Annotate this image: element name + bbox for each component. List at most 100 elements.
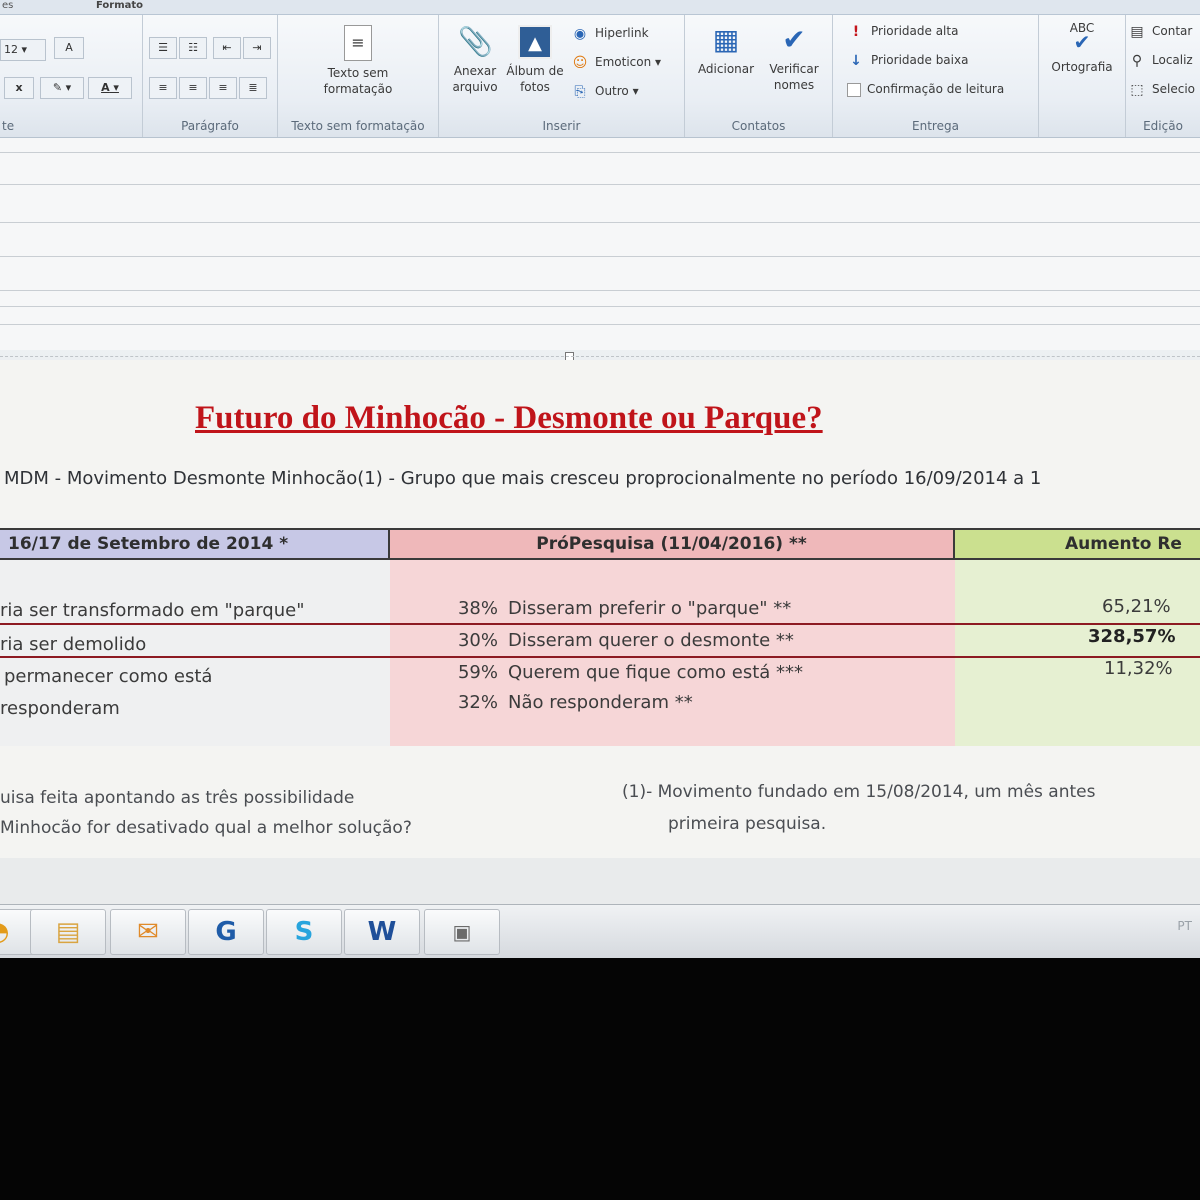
hyperlink-label: Hiperlink	[595, 26, 649, 40]
font-color-button[interactable]: A ▾	[88, 77, 132, 99]
low-priority-button[interactable]: ↓ Prioridade baixa	[847, 50, 968, 70]
header-increase: Aumento Re	[953, 528, 1200, 560]
row-separator	[0, 623, 1200, 625]
field-separator	[0, 222, 1200, 223]
numbered-list-icon: ☷	[188, 41, 198, 54]
photo-album-button[interactable]: ▲ Álbum de fotos	[505, 25, 565, 95]
row-separator	[0, 656, 1200, 658]
grow-font-button[interactable]: A	[54, 37, 84, 59]
count-button[interactable]: ▤ Contar	[1128, 21, 1192, 41]
decrease-indent-button[interactable]: ⇤	[213, 37, 241, 59]
emoticon-button[interactable]: ☺ Emoticon ▾	[571, 52, 661, 72]
bullet-list-icon: ☰	[158, 41, 168, 54]
other-label: Outro	[595, 84, 629, 98]
word-count-icon: ▤	[1130, 23, 1144, 40]
note-right-line1: (1)- Movimento fundado em 15/08/2014, um…	[622, 782, 1096, 802]
envelope-icon: ✉	[137, 917, 159, 947]
align-right-icon: ≡	[218, 81, 228, 94]
row1-2016-pct: 38%	[457, 598, 498, 619]
insert-object-icon: ⎘	[574, 83, 586, 100]
note-right-line2: primeira pesquisa.	[668, 814, 827, 834]
clear-format-button[interactable]: x	[4, 77, 34, 99]
row3-2014: permanecer como está	[4, 666, 213, 687]
clear-format-glyph: x	[15, 81, 23, 94]
attach-file-button[interactable]: 📎 Anexar arquivo	[445, 25, 505, 95]
align-left-icon: ≡	[158, 81, 168, 94]
justify-button[interactable]: ≣	[239, 77, 267, 99]
verify-names-button[interactable]: ✔ Verificar nomes	[761, 23, 827, 93]
highlight-button[interactable]: ✎ ▾	[40, 77, 84, 99]
message-body[interactable]: Futuro do Minhocão - Desmonte ou Parque?…	[0, 360, 1200, 858]
screen: es Formato 12 ▾ A x ✎ ▾ A ▾ te ☰ ☷ ⇤ ⇥ ≡…	[0, 0, 1200, 958]
high-priority-button[interactable]: ! Prioridade alta	[847, 21, 959, 41]
tab-formato[interactable]: Formato	[96, 0, 143, 11]
exclamation-icon: !	[852, 23, 860, 40]
row1-increase: 65,21%	[1102, 596, 1171, 617]
font-group-label: te	[2, 119, 15, 133]
tab-partial[interactable]: es	[2, 0, 13, 11]
numbering-button[interactable]: ☷	[179, 37, 207, 59]
spelling-label: Ortografia	[1051, 60, 1113, 74]
plaintext-button[interactable]: ≡ Texto sem formatação	[298, 25, 418, 97]
hyperlink-button[interactable]: ◉ Hiperlink	[571, 23, 649, 43]
message-header-fields	[0, 138, 1200, 350]
system-tray-language[interactable]: PT	[1177, 919, 1192, 933]
note-left-line2: Minhocão for desativado qual a melhor so…	[0, 818, 412, 838]
row4-2016-pct: 32%	[457, 692, 498, 713]
plaintext-group-label: Texto sem formatação	[291, 119, 425, 133]
row4-2014: responderam	[0, 698, 120, 719]
select-button[interactable]: ⬚ Selecio	[1128, 79, 1195, 99]
find-label: Localiz	[1152, 53, 1193, 67]
spelling-button[interactable]: ABC ✔ Ortografia	[1041, 21, 1123, 75]
taskbar-word[interactable]: W	[344, 909, 420, 955]
edit-group-label: Edição	[1143, 119, 1183, 133]
down-arrow-icon: ↓	[850, 52, 862, 69]
note-left-line1: uisa feita apontando as três possibilida…	[0, 788, 355, 808]
attach-file-label: Anexar arquivo	[452, 64, 498, 94]
folder-icon: ▤	[55, 917, 81, 947]
low-priority-label: Prioridade baixa	[871, 53, 969, 67]
contacts-group: ▦ Adicionar ✔ Verificar nomes Contatos	[685, 15, 833, 137]
high-priority-label: Prioridade alta	[871, 24, 959, 38]
header-2016: PróPesquisa (11/04/2016) **	[388, 528, 955, 560]
field-separator	[0, 184, 1200, 185]
align-right-button[interactable]: ≡	[209, 77, 237, 99]
other-button[interactable]: ⎘ Outro ▾	[571, 81, 638, 101]
row2-2016-text: Disseram querer o desmonte **	[508, 630, 794, 651]
justify-icon: ≣	[248, 81, 258, 94]
plaintext-button-label: Texto sem formatação	[323, 66, 393, 96]
taskbar-file-explorer[interactable]: ▤	[30, 909, 106, 955]
select-icon: ⬚	[1130, 81, 1144, 98]
ribbon-tabstrip: es Formato	[0, 0, 1200, 15]
taskbar-camera[interactable]: ▣	[424, 909, 500, 955]
browser-icon: G	[215, 917, 237, 947]
row3-2016-text: Querem que fique como está ***	[508, 662, 804, 683]
taskbar-outlook[interactable]: ✉	[110, 909, 186, 955]
align-center-button[interactable]: ≡	[179, 77, 207, 99]
field-separator	[0, 290, 1200, 291]
increase-indent-button[interactable]: ⇥	[243, 37, 271, 59]
plaintext-group: ≡ Texto sem formatação Texto sem formata…	[278, 15, 439, 137]
paperclip-icon: 📎	[458, 25, 493, 58]
select-label: Selecio	[1152, 82, 1195, 96]
emoticon-label: Emoticon	[595, 55, 652, 69]
read-receipt-checkbox[interactable]: Confirmação de leitura	[847, 79, 1004, 99]
add-contact-button[interactable]: ▦ Adicionar	[691, 23, 761, 77]
row3-2016-pct: 59%	[457, 662, 498, 683]
ribbon: 12 ▾ A x ✎ ▾ A ▾ te ☰ ☷ ⇤ ⇥ ≡ ≡ ≡ ≣ Pará…	[0, 15, 1200, 138]
taskbar-browser[interactable]: G	[188, 909, 264, 955]
align-left-button[interactable]: ≡	[149, 77, 177, 99]
binoculars-icon: ⚲	[1131, 52, 1143, 69]
body-divider	[0, 356, 1200, 357]
insert-group: 📎 Anexar arquivo ▲ Álbum de fotos ◉ Hiper…	[439, 15, 685, 137]
row2-2014: ria ser demolido	[0, 634, 147, 655]
font-size-select[interactable]: 12 ▾	[0, 39, 46, 61]
bullets-button[interactable]: ☰	[149, 37, 177, 59]
document-subtitle: MDM - Movimento Desmonte Minhocão(1) - G…	[4, 468, 1042, 489]
read-receipt-label: Confirmação de leitura	[867, 82, 1005, 96]
find-button[interactable]: ⚲ Localiz	[1128, 50, 1193, 70]
window-bottom-edge	[0, 858, 1200, 904]
font-group: 12 ▾ A x ✎ ▾ A ▾ te	[0, 15, 143, 137]
taskbar-skype[interactable]: S	[266, 909, 342, 955]
outdent-icon: ⇤	[222, 41, 232, 54]
